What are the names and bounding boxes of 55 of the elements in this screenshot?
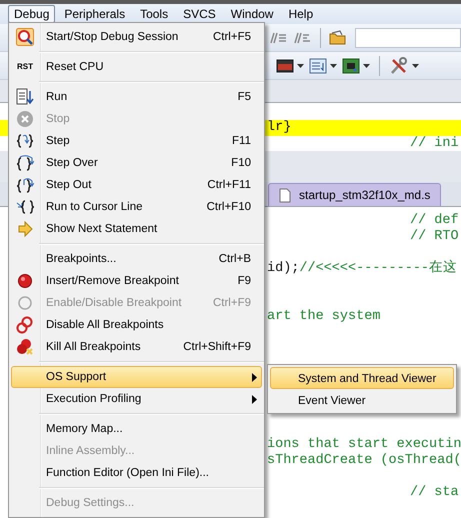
chip-icon[interactable] [342,58,360,74]
hollow-circle-icon [16,294,34,312]
code-line: art the system [267,309,380,325]
menu-item[interactable]: Event Viewer [270,389,454,411]
window-icon[interactable] [276,58,294,74]
code-line: sThreadCreate (osThread( [267,453,461,469]
menu-item[interactable]: Function Editor (Open Ini File)... [11,462,262,484]
caret-icon[interactable] [330,64,337,68]
arrow-right-icon [16,220,34,238]
code-line: lr} [267,120,292,136]
menu-title[interactable]: Peripherals [58,5,132,23]
debug-magnifier-icon [16,28,34,46]
menu-item[interactable]: Disable All Breakpoints [11,314,262,336]
find-field[interactable] [355,28,461,48]
menu-item[interactable]: Step Out Ctrl+F11 [11,174,262,196]
menu-item[interactable]: OS Support [11,366,262,388]
menu-item[interactable]: Insert/Remove Breakpoint F9 [11,270,262,292]
menu-title[interactable]: Window [224,5,280,23]
step-braces-icon [16,132,34,150]
menu-title[interactable]: Tools [134,5,174,23]
menu-item[interactable]: Execution Profiling [11,388,262,410]
menu-title[interactable]: SVCS [177,5,222,23]
breakpoint-icon [16,272,34,290]
document-icon [279,188,291,202]
menu-title[interactable]: Debug [8,5,56,23]
run-to-cursor-icon [16,198,34,216]
linked-rings-icon [16,316,34,334]
breakpoints-cross-icon [16,338,34,356]
code-line: // RTO [410,229,459,245]
caret-icon[interactable] [412,64,419,68]
caret-icon[interactable] [363,64,370,68]
step-out-braces-icon [16,176,34,194]
file-tab[interactable]: startup_stm32f10x_md.s [268,183,442,206]
menu-item[interactable]: System and Thread Viewer [270,367,454,389]
menu-item[interactable]: Run F5 [11,86,262,108]
reset-icon: RST [17,63,33,71]
code-line: ions that start executin [267,437,461,453]
run-document-icon [16,88,34,106]
folder-icon[interactable] [329,30,347,46]
code-line: // def [410,213,459,229]
menu-title[interactable]: Help [282,5,320,23]
stop-icon [16,110,34,128]
tools-icon[interactable] [389,56,409,74]
menu-item[interactable]: Run to Cursor Line Ctrl+F10 [11,196,262,218]
menu-item[interactable]: Breakpoints... Ctrl+B [11,248,262,270]
code-line: // ini [410,136,459,152]
menu-item[interactable]: Show Next Statement [11,218,262,240]
menu-item[interactable]: Memory Map... [11,418,262,440]
menu-item[interactable]: Kill All Breakpoints Ctrl+Shift+F9 [11,336,262,358]
menu-item[interactable]: Step F11 [11,130,262,152]
caret-icon[interactable] [297,64,304,68]
code-line: // sta [410,485,459,501]
step-over-braces-icon [16,154,34,172]
code-line: id);//<<<<<---------在这 [267,261,458,277]
list-window-icon[interactable] [309,58,327,74]
